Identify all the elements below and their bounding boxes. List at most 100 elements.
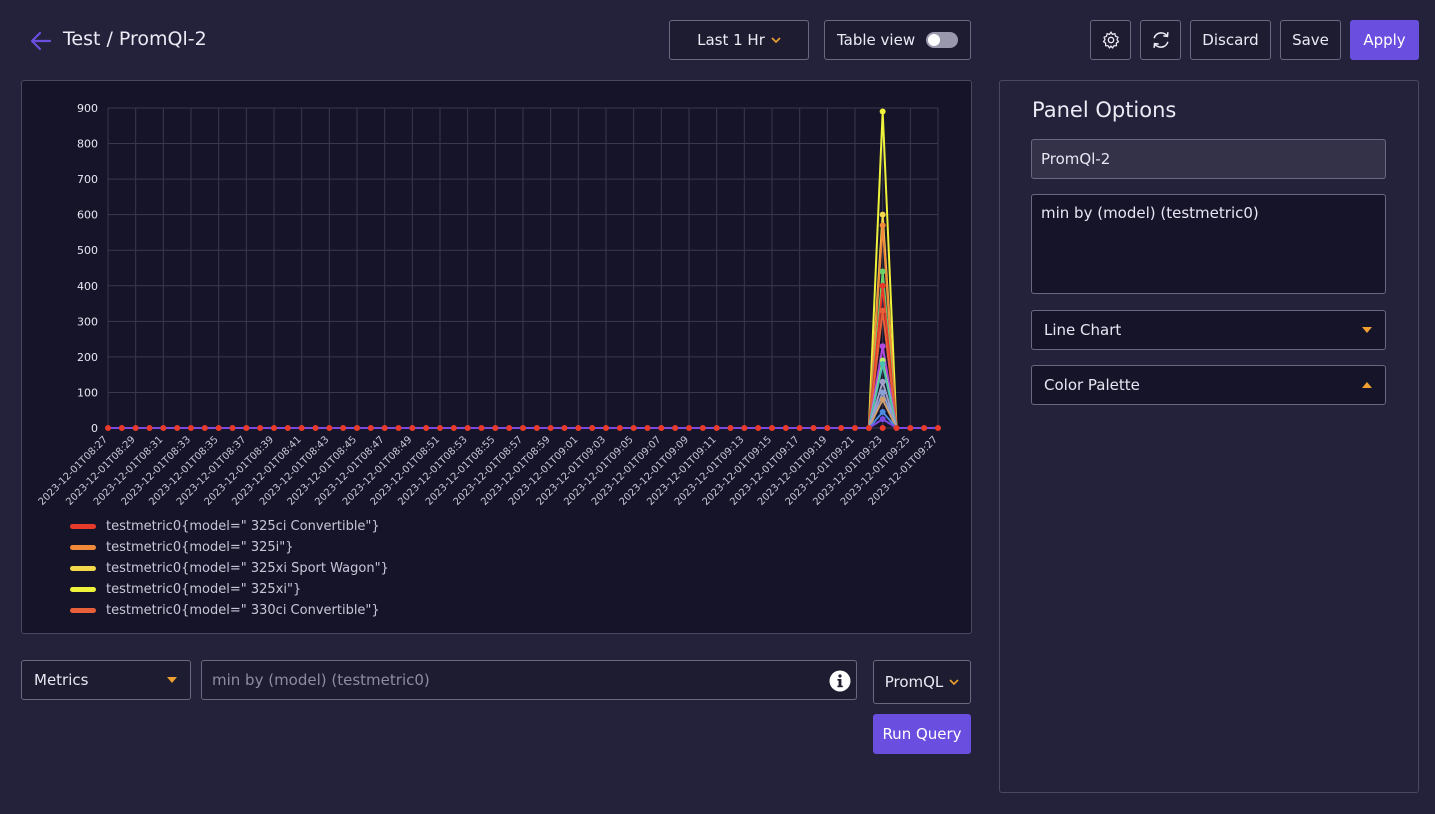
query-language-label: PromQL	[884, 673, 944, 691]
chart-grid	[107, 107, 939, 429]
time-range-dropdown[interactable]: Last 1 Hr	[669, 20, 809, 60]
data-point	[575, 425, 582, 431]
legend-item[interactable]: testmetric0{model=" 325i"}	[70, 537, 389, 558]
data-point	[838, 425, 845, 431]
toggle-switch[interactable]	[926, 32, 959, 48]
data-point	[879, 268, 886, 275]
refresh-icon	[1152, 32, 1169, 48]
y-tick-label: 100	[77, 386, 98, 399]
legend-item[interactable]: testmetric0{model=" 325xi"}	[70, 579, 389, 600]
y-tick-label: 200	[77, 351, 98, 364]
apply-button[interactable]: Apply	[1350, 20, 1419, 60]
data-point	[727, 425, 734, 431]
data-point	[492, 425, 499, 431]
data-point	[160, 425, 167, 431]
data-point	[879, 108, 886, 115]
data-point	[381, 425, 388, 431]
legend-swatch	[70, 587, 96, 592]
data-point	[478, 425, 485, 431]
data-point	[879, 416, 886, 423]
data-point	[921, 425, 928, 431]
legend-label: testmetric0{model=" 325i"}	[106, 540, 294, 555]
panel-name-input[interactable]	[1032, 140, 1385, 178]
data-point	[893, 425, 900, 431]
y-tick-label: 300	[77, 315, 98, 328]
time-range-label: Last 1 Hr	[697, 31, 765, 49]
data-point	[561, 425, 568, 431]
data-point	[907, 425, 914, 431]
data-point	[879, 343, 886, 350]
data-point	[769, 425, 775, 431]
data-point	[810, 425, 817, 431]
panel-name-field[interactable]	[1031, 139, 1386, 179]
color-palette-select[interactable]: Color Palette	[1031, 365, 1386, 405]
data-point	[520, 425, 526, 431]
data-point	[257, 425, 264, 431]
data-point	[146, 425, 153, 431]
legend-label: testmetric0{model=" 325ci Convertible"}	[106, 519, 380, 534]
panel-options-title: Panel Options	[1032, 98, 1177, 122]
legend-label: testmetric0{model=" 325xi"}	[106, 582, 302, 597]
data-point	[672, 425, 679, 431]
data-point	[326, 425, 333, 431]
data-point	[118, 425, 125, 431]
y-tick-label: 500	[77, 244, 98, 257]
caret-down-icon	[1362, 327, 1372, 333]
legend-label: testmetric0{model=" 325xi Sport Wagon"}	[106, 561, 389, 576]
legend-item[interactable]: testmetric0{model=" 330ci Convertible"}	[70, 600, 389, 621]
run-query-button[interactable]: Run Query	[873, 714, 971, 754]
discard-button[interactable]: Discard	[1190, 20, 1271, 60]
legend-swatch	[70, 566, 96, 571]
legend-label: testmetric0{model=" 330ci Convertible"}	[106, 603, 380, 618]
data-point	[423, 425, 430, 431]
save-button[interactable]: Save	[1280, 20, 1341, 60]
chart-legend: testmetric0{model=" 325ci Convertible"} t…	[70, 516, 389, 621]
data-point	[644, 425, 651, 431]
y-tick-label: 800	[77, 138, 98, 151]
data-point	[437, 425, 443, 431]
arrow-left-icon[interactable]	[28, 28, 54, 54]
settings-button[interactable]	[1090, 20, 1131, 60]
data-point	[201, 425, 208, 431]
data-point	[755, 425, 762, 431]
caret-down-icon	[167, 677, 177, 683]
data-point	[713, 425, 720, 431]
data-point	[464, 425, 471, 431]
chevron-down-icon	[949, 679, 959, 686]
legend-item[interactable]: testmetric0{model=" 325xi Sport Wagon"}	[70, 558, 389, 579]
caret-up-icon	[1362, 382, 1372, 388]
data-point	[658, 425, 665, 431]
data-point	[188, 425, 194, 431]
data-point	[879, 425, 886, 431]
panel-query-field[interactable]: min by (model) (testmetric0)	[1031, 194, 1386, 294]
data-point	[630, 425, 637, 431]
query-field[interactable]	[201, 660, 857, 700]
data-point	[879, 211, 886, 218]
data-point	[312, 425, 319, 431]
data-point	[879, 409, 886, 415]
data-point	[367, 425, 374, 431]
panel-query-textarea[interactable]: min by (model) (testmetric0)	[1032, 195, 1385, 293]
y-tick-label: 400	[77, 280, 98, 293]
info-icon[interactable]	[829, 670, 851, 692]
data-point	[271, 425, 277, 431]
data-point	[879, 222, 886, 229]
data-point	[243, 425, 250, 431]
data-point	[409, 425, 416, 431]
source-select[interactable]: Metrics	[21, 660, 191, 700]
refresh-button[interactable]	[1140, 20, 1181, 60]
query-input[interactable]	[212, 661, 822, 699]
y-axis: 0 100 200 300 400 500 600 700 800 900	[77, 102, 98, 435]
toggle-knob	[928, 34, 941, 46]
table-view-label: Table view	[837, 31, 916, 49]
chart-type-select[interactable]: Line Chart	[1031, 310, 1386, 350]
data-point	[699, 425, 706, 431]
data-point	[589, 425, 596, 431]
y-tick-label: 0	[91, 422, 98, 435]
legend-item[interactable]: testmetric0{model=" 325ci Convertible"}	[70, 516, 389, 537]
page-title: Test / PromQl-2	[63, 28, 207, 50]
data-point	[229, 425, 236, 431]
query-language-dropdown[interactable]: PromQL	[873, 660, 971, 704]
data-point	[340, 425, 347, 431]
table-view-toggle[interactable]: Table view	[824, 20, 971, 60]
